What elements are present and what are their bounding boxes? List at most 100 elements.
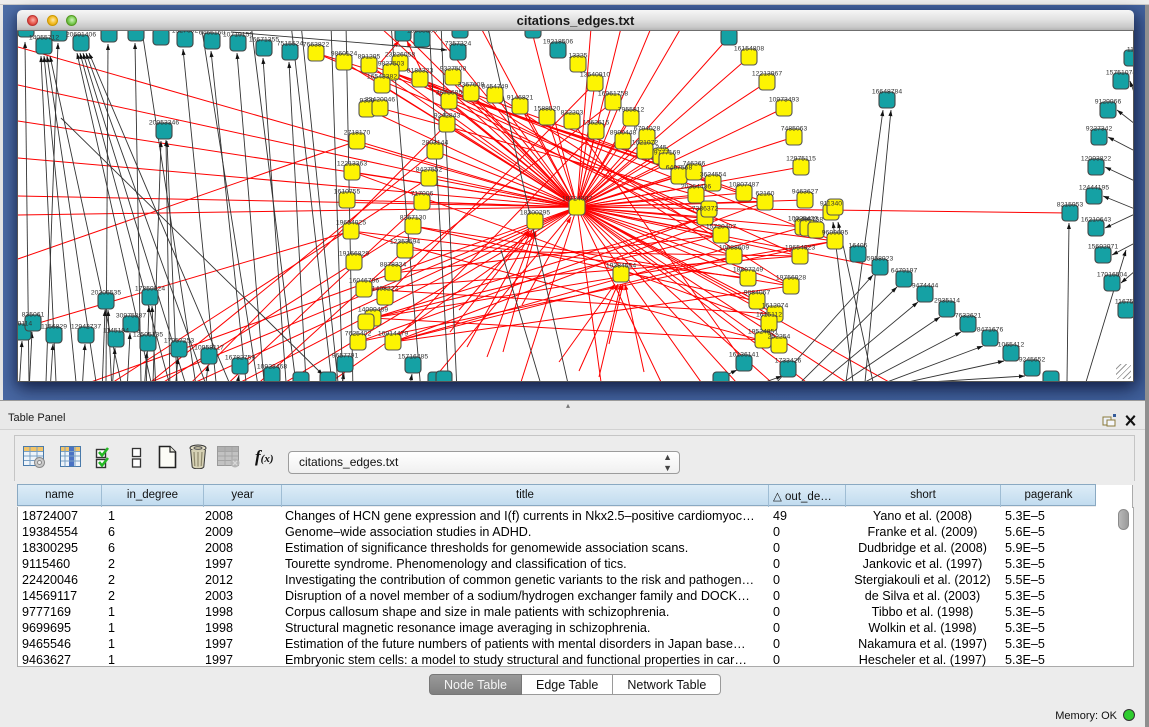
svg-text:8427552: 8427552 — [416, 167, 443, 174]
svg-text:15751074: 15751074 — [1106, 70, 1134, 77]
svg-text:9474444: 9474444 — [912, 283, 939, 290]
svg-text:18807249: 18807249 — [733, 267, 763, 274]
svg-text:7625402: 7625402 — [345, 331, 372, 338]
svg-text:7485063: 7485063 — [781, 126, 808, 133]
svg-text:20953346: 20953346 — [149, 120, 179, 127]
svg-text:10923468: 10923468 — [257, 364, 287, 371]
svg-text:9242843: 9242843 — [434, 113, 461, 120]
svg-text:16405: 16405 — [849, 243, 868, 250]
svg-text:18300295: 18300295 — [520, 210, 550, 217]
svg-text:16914479: 16914479 — [378, 331, 408, 338]
svg-text:12353594: 12353594 — [390, 239, 420, 246]
svg-text:2718170: 2718170 — [344, 130, 371, 137]
svg-text:19756928: 19756928 — [776, 275, 806, 282]
svg-text:8878334: 8878334 — [380, 262, 407, 269]
svg-text:15716485: 15716485 — [398, 354, 428, 361]
svg-text:1362615: 1362615 — [583, 120, 610, 127]
svg-text:17016504: 17016504 — [1097, 272, 1127, 279]
svg-text:10688609: 10688609 — [719, 245, 749, 252]
svg-text:111: 111 — [1127, 47, 1134, 54]
svg-text:116753: 116753 — [1115, 299, 1134, 306]
svg-text:17957253: 17957253 — [164, 338, 194, 345]
svg-text:9777169: 9777169 — [654, 150, 681, 157]
svg-text:12213363: 12213363 — [337, 161, 367, 168]
svg-text:12975115: 12975115 — [786, 156, 816, 163]
svg-text:7663822: 7663822 — [303, 42, 330, 49]
svg-text:832203: 832203 — [561, 110, 584, 117]
svg-text:12213967: 12213967 — [752, 71, 782, 78]
svg-text:9327508: 9327508 — [440, 66, 467, 73]
svg-text:17359924: 17359924 — [135, 286, 165, 293]
svg-text:1065412: 1065412 — [998, 342, 1025, 349]
svg-text:19384554: 19384554 — [606, 263, 636, 270]
svg-text:13325: 13325 — [569, 53, 588, 60]
svg-text:14099489: 14099489 — [358, 307, 388, 314]
svg-text:717006: 717006 — [411, 191, 434, 198]
svg-text:5958923: 5958923 — [867, 256, 894, 263]
svg-text:16671355: 16671355 — [249, 37, 279, 44]
svg-text:12942737: 12942737 — [71, 324, 101, 331]
svg-text:2087682: 2087682 — [716, 31, 743, 33]
svg-text:2367608: 2367608 — [458, 82, 485, 89]
svg-text:9699695: 9699695 — [822, 230, 849, 237]
svg-text:6794028: 6794028 — [634, 126, 661, 133]
svg-text:14055712: 14055712 — [29, 35, 59, 42]
svg-text:16136141: 16136141 — [729, 352, 759, 359]
svg-text:6479197: 6479197 — [891, 268, 918, 275]
svg-text:8186323: 8186323 — [407, 68, 434, 75]
svg-text:8990448: 8990448 — [610, 130, 637, 137]
svg-text:9245652: 9245652 — [1019, 357, 1046, 364]
svg-text:2935114: 2935114 — [934, 298, 960, 305]
svg-text:18724007: 18724007 — [562, 196, 592, 203]
svg-text:23420046: 23420046 — [365, 97, 395, 104]
svg-text:9227342: 9227342 — [1086, 126, 1113, 133]
svg-text:16033809: 16033809 — [407, 31, 437, 35]
svg-text:12444195: 12444195 — [1079, 185, 1109, 192]
svg-text:1498222: 1498222 — [372, 286, 399, 293]
svg-text:19654923: 19654923 — [785, 245, 815, 252]
svg-text:1733426: 1733426 — [775, 358, 802, 365]
svg-text:2803144: 2803144 — [422, 140, 449, 147]
svg-text:8267130: 8267130 — [400, 215, 427, 222]
svg-text:9146821: 9146821 — [507, 95, 534, 102]
svg-text:1145194: 1145194 — [103, 328, 129, 335]
svg-text:23226058: 23226058 — [385, 52, 415, 59]
svg-text:1527602: 1527602 — [172, 31, 199, 35]
svg-text:39114: 39114 — [18, 321, 32, 328]
svg-text:12093822: 12093822 — [1081, 156, 1111, 163]
svg-text:16648784: 16648784 — [872, 89, 902, 96]
svg-text:9860124: 9860124 — [331, 51, 358, 58]
svg-text:16495758: 16495758 — [793, 217, 823, 224]
svg-text:9884067: 9884067 — [744, 290, 771, 297]
svg-text:16154808: 16154808 — [734, 46, 764, 53]
svg-text:3624554: 3624554 — [700, 172, 727, 179]
svg-text:7515524: 7515524 — [277, 41, 304, 48]
svg-text:20364436: 20364436 — [681, 184, 711, 191]
svg-text:7357224: 7357224 — [445, 41, 472, 48]
svg-text:746266: 746266 — [683, 161, 706, 168]
svg-text:911340: 911340 — [820, 201, 842, 208]
svg-text:8454749: 8454749 — [482, 84, 509, 91]
svg-text:9827503: 9827503 — [378, 61, 405, 68]
svg-text:16961758: 16961758 — [598, 91, 628, 98]
svg-text:20206535: 20206535 — [91, 290, 121, 297]
svg-text:10973493: 10973493 — [769, 97, 799, 104]
svg-text:7632621: 7632621 — [955, 313, 982, 320]
svg-text:1610755: 1610755 — [334, 189, 361, 196]
svg-text:9129966: 9129966 — [1095, 99, 1122, 106]
svg-text:10958117: 10958117 — [194, 345, 224, 352]
svg-text:20691406: 20691406 — [66, 32, 96, 39]
svg-text:1612074: 1612074 — [762, 303, 789, 310]
svg-text:30975887: 30975887 — [116, 313, 146, 320]
svg-text:6466160: 6466160 — [199, 31, 226, 37]
svg-text:16046786: 16046786 — [349, 278, 379, 285]
svg-text:19166829: 19166829 — [339, 251, 369, 258]
svg-text:1588520: 1588520 — [534, 106, 561, 113]
svg-text:9463627: 9463627 — [792, 189, 819, 196]
svg-text:7955812: 7955812 — [618, 107, 645, 114]
svg-text:891295: 891295 — [358, 54, 381, 61]
svg-text:19654925: 19654925 — [336, 220, 366, 227]
svg-text:7386372: 7386372 — [692, 206, 719, 213]
svg-text:3675685: 3675685 — [436, 90, 463, 97]
svg-text:62160: 62160 — [756, 191, 775, 198]
